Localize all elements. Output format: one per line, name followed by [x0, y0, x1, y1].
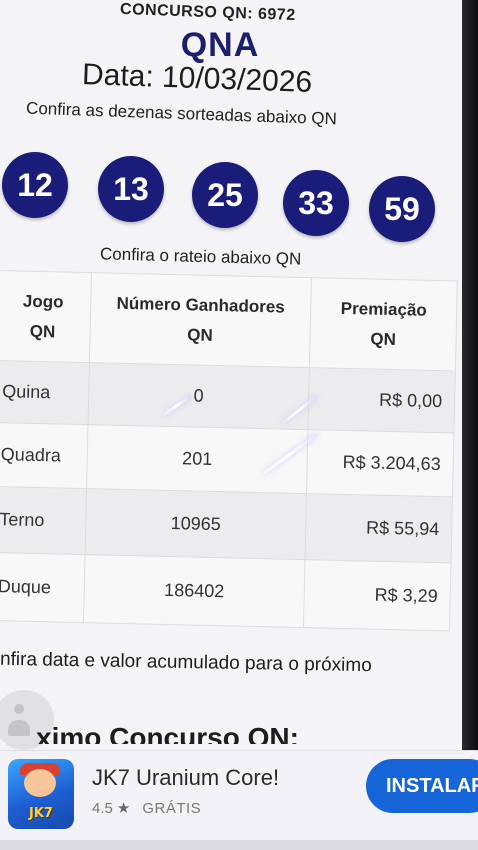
brand-title: QNA — [180, 26, 260, 64]
jogo-cell: Terno — [0, 486, 87, 555]
table-row: Quina 0 R$ 0,00 — [0, 360, 456, 433]
ganhadores-cell: 0 — [87, 362, 310, 430]
number-ball: 12 — [2, 152, 68, 218]
star-icon: ★ — [116, 800, 131, 817]
concurso-number: CONCURSO QN: 6972 — [119, 0, 296, 25]
col-header-label: QN — [187, 324, 213, 345]
ad-app-meta: 4.5 ★ GRÁTIS — [92, 799, 201, 817]
app-icon-logo-text: JK7 — [29, 806, 53, 821]
col-header-ganhadores: Número Ganhadores QN — [89, 272, 312, 368]
bottom-bar — [0, 840, 478, 850]
ganhadores-cell: 10965 — [84, 488, 307, 560]
jogo-cell: Quadra — [0, 422, 88, 489]
col-header-premiacao: Premiação QN — [309, 277, 458, 371]
page: CONCURSO QN: 6972 QNA Data: 10/03/2026 C… — [0, 0, 462, 850]
next-draw-text: nfira data e valor acumulado para o próx… — [0, 648, 372, 677]
game-app-icon[interactable]: JK7 — [8, 759, 74, 829]
ganhadores-cell: 201 — [86, 424, 309, 494]
jogo-cell: Quina — [0, 360, 90, 425]
premiacao-cell: R$ 3,29 — [303, 559, 451, 631]
col-header-label: QN — [29, 321, 56, 341]
device-edge — [462, 0, 478, 850]
ganhadores-cell: 186402 — [83, 554, 306, 628]
number-ball: 33 — [283, 170, 349, 236]
number-ball: 25 — [192, 162, 258, 228]
number-ball: 13 — [98, 156, 164, 222]
col-header-label: QN — [370, 329, 397, 349]
table-header-row: Jogo QN Número Ganhadores QN Premiação Q… — [0, 270, 458, 371]
ad-banner[interactable]: JK7 JK7 Uranium Core! 4.5 ★ GRÁTIS INSTALA… — [0, 750, 478, 841]
prize-table: Jogo QN Número Ganhadores QN Premiação Q… — [0, 270, 458, 632]
install-button[interactable]: INSTALAR — [366, 759, 478, 813]
col-header-label: Jogo — [22, 291, 64, 312]
drawn-numbers: 12 13 25 33 59 — [0, 152, 460, 242]
app-price: GRÁTIS — [142, 800, 202, 817]
number-ball: 59 — [369, 176, 435, 242]
intro-text: Confira as dezenas sorteadas abaixo QN — [25, 98, 338, 129]
draw-date: Data: 10/03/2026 — [81, 57, 313, 100]
col-header-label: Premiação — [340, 298, 428, 320]
table-row: Quadra 201 R$ 3.204,63 — [0, 422, 454, 497]
jogo-cell: Duque — [0, 552, 85, 623]
table-row: Duque 186402 R$ 3,29 — [0, 552, 451, 631]
premiacao-cell: R$ 3.204,63 — [306, 429, 454, 497]
rateio-title: Confira o rateio abaixo QN — [99, 244, 302, 269]
ad-app-title[interactable]: JK7 Uranium Core! — [92, 765, 279, 791]
app-rating: 4.5 — [92, 800, 113, 817]
col-header-jogo: Jogo QN — [0, 270, 92, 363]
col-header-label: Número Ganhadores — [116, 293, 285, 317]
premiacao-cell: R$ 0,00 — [308, 367, 456, 433]
table-row: Terno 10965 R$ 55,94 — [0, 486, 453, 563]
premiacao-cell: R$ 55,94 — [305, 493, 453, 563]
next-draw-heading: ximo Concurso QN: — [36, 722, 299, 744]
